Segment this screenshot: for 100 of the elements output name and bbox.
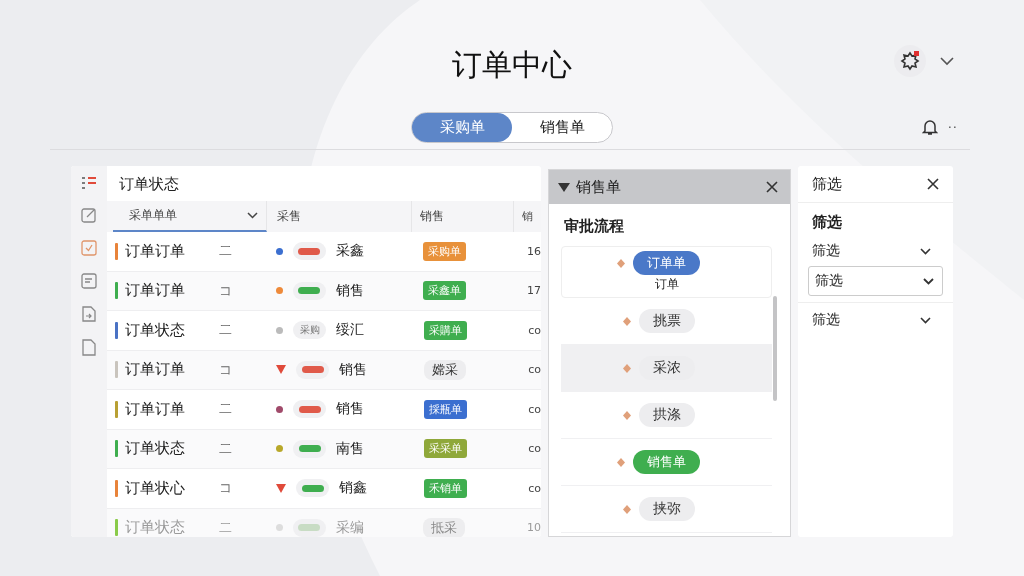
table-cell-text: 订单状心 bbox=[125, 478, 186, 498]
table-row[interactable]: 订单状态 二 采购 绥汇 采購单 co bbox=[107, 311, 541, 351]
table-cell: 17 bbox=[527, 284, 541, 298]
step-chip: 销售单 bbox=[633, 450, 700, 474]
dropdown[interactable]: 筛选 bbox=[798, 302, 953, 333]
table-cell: 南售 bbox=[336, 439, 365, 458]
step-chip: 挑票 bbox=[638, 309, 695, 333]
progress-pill bbox=[293, 439, 327, 458]
table-cell-text: 订单状态 bbox=[125, 518, 186, 537]
checklist-icon[interactable] bbox=[81, 240, 97, 256]
chevron-down-icon[interactable] bbox=[940, 56, 954, 66]
table-row[interactable]: 订单订单 二 采鑫 采购单 16 bbox=[107, 232, 541, 272]
table-cell: 10 bbox=[527, 521, 541, 535]
progress-pill bbox=[292, 242, 326, 261]
column-header[interactable]: 销 bbox=[514, 201, 541, 232]
table-cell-text: 订单状态 bbox=[125, 439, 186, 459]
chevron-down-icon bbox=[920, 316, 931, 324]
tag: 采鑫单 bbox=[422, 281, 466, 301]
chevron-down-icon bbox=[923, 277, 934, 285]
tag: 禾销单 bbox=[423, 478, 467, 498]
table-cell: 采鑫 bbox=[335, 242, 364, 261]
document-icon[interactable] bbox=[81, 339, 97, 356]
dropdown[interactable]: 筛选 bbox=[808, 238, 943, 264]
diamond-icon bbox=[622, 363, 631, 373]
flow-step[interactable]: 挟弥 bbox=[561, 486, 772, 533]
list-icon[interactable] bbox=[81, 176, 97, 190]
table-cell-text: 订单订单 bbox=[125, 360, 186, 380]
table-cell: 二 bbox=[219, 439, 232, 458]
table-title: 订单状态 bbox=[118, 174, 180, 195]
tag: 嫦采 bbox=[423, 359, 466, 380]
flow-step[interactable]: 拱涤 bbox=[561, 392, 772, 439]
progress-pill bbox=[292, 518, 326, 537]
step-chip: 挟弥 bbox=[638, 497, 695, 521]
table-cell: 二 bbox=[219, 321, 232, 340]
close-icon[interactable] bbox=[766, 181, 778, 193]
table-cell: 销鑫 bbox=[339, 479, 368, 498]
panel-title: 销售单 bbox=[576, 177, 622, 197]
table-cell: 16 bbox=[527, 244, 541, 258]
diamond-icon bbox=[617, 258, 625, 268]
table-cell: co bbox=[528, 442, 541, 456]
table-cell: 二 bbox=[219, 242, 232, 261]
chevron-down-icon bbox=[920, 247, 931, 255]
table-cell: co bbox=[528, 402, 541, 416]
table-cell: co bbox=[528, 363, 541, 377]
tab[interactable]: 销售单 bbox=[512, 112, 612, 142]
more-button[interactable]: ·· bbox=[947, 119, 958, 135]
table-row[interactable]: 订单订单 コ 销售 采鑫单 17 bbox=[107, 271, 541, 311]
bell-icon[interactable] bbox=[921, 118, 938, 136]
flow-step[interactable]: 采浓 bbox=[561, 345, 772, 392]
tag: 採瓶单 bbox=[423, 399, 467, 419]
column-header[interactable]: 采单单单 bbox=[113, 201, 268, 232]
tag: 采购单 bbox=[422, 241, 466, 261]
table-cell: co bbox=[528, 481, 541, 495]
table-row[interactable]: 订单状态 二 南售 采采单 co bbox=[107, 429, 541, 469]
tag: 抵采 bbox=[422, 517, 465, 537]
column-header[interactable]: 采售 bbox=[267, 201, 413, 232]
diamond-icon bbox=[622, 504, 631, 514]
select-field[interactable]: 筛选 bbox=[808, 266, 943, 296]
column-header[interactable]: 销售 bbox=[412, 201, 514, 232]
edit-icon[interactable] bbox=[81, 207, 97, 223]
table-cell: コ bbox=[219, 479, 232, 498]
table-row[interactable]: 订单订单 二 销售 採瓶单 co bbox=[107, 390, 541, 430]
table-row[interactable]: 订单订单 コ 销售 嫦采 co bbox=[107, 350, 541, 390]
table-cell: co bbox=[528, 323, 541, 337]
table-cell: 采编 bbox=[335, 518, 364, 537]
diamond-icon bbox=[622, 316, 631, 326]
section-heading: 审批流程 bbox=[563, 216, 625, 237]
diamond-icon bbox=[622, 410, 631, 420]
flow-step[interactable]: 订单单 订单 bbox=[561, 246, 772, 298]
step-chip: 拱涤 bbox=[638, 403, 695, 427]
caret-icon[interactable] bbox=[558, 182, 570, 192]
progress-pill bbox=[292, 281, 326, 300]
table-cell: 二 bbox=[219, 400, 232, 419]
tag: 采購单 bbox=[423, 320, 467, 340]
tab[interactable]: 采购单 bbox=[412, 112, 512, 142]
table-row[interactable]: 订单状心 コ 销鑫 禾销单 co bbox=[107, 469, 541, 509]
progress-pill bbox=[293, 400, 327, 419]
progress-pill bbox=[296, 479, 330, 498]
table-cell: 绥汇 bbox=[336, 321, 365, 340]
pill-label: 采购 bbox=[293, 321, 327, 340]
table-cell-text: 订单订单 bbox=[125, 399, 186, 419]
diamond-icon bbox=[617, 457, 625, 467]
progress-pill bbox=[296, 360, 330, 379]
import-icon[interactable] bbox=[81, 306, 97, 322]
table-cell: 二 bbox=[219, 518, 232, 537]
table-cell: 销售 bbox=[336, 400, 365, 419]
step-chip: 订单单 bbox=[633, 251, 700, 275]
table-cell: コ bbox=[219, 360, 232, 379]
step-caption: 订单 bbox=[654, 276, 679, 293]
chevron-down-icon[interactable] bbox=[247, 212, 259, 219]
panel-title: 筛选 bbox=[812, 174, 842, 194]
page-title: 订单中心 bbox=[452, 45, 572, 84]
section-heading: 筛选 bbox=[811, 213, 843, 233]
table-cell-text: 订单订单 bbox=[125, 281, 186, 301]
table-cell: 销售 bbox=[335, 281, 364, 300]
scrollbar[interactable] bbox=[773, 296, 777, 401]
table-cell: 销售 bbox=[339, 360, 368, 379]
close-icon[interactable] bbox=[927, 178, 939, 190]
form-icon[interactable] bbox=[81, 273, 97, 289]
tag: 采采单 bbox=[423, 439, 467, 459]
